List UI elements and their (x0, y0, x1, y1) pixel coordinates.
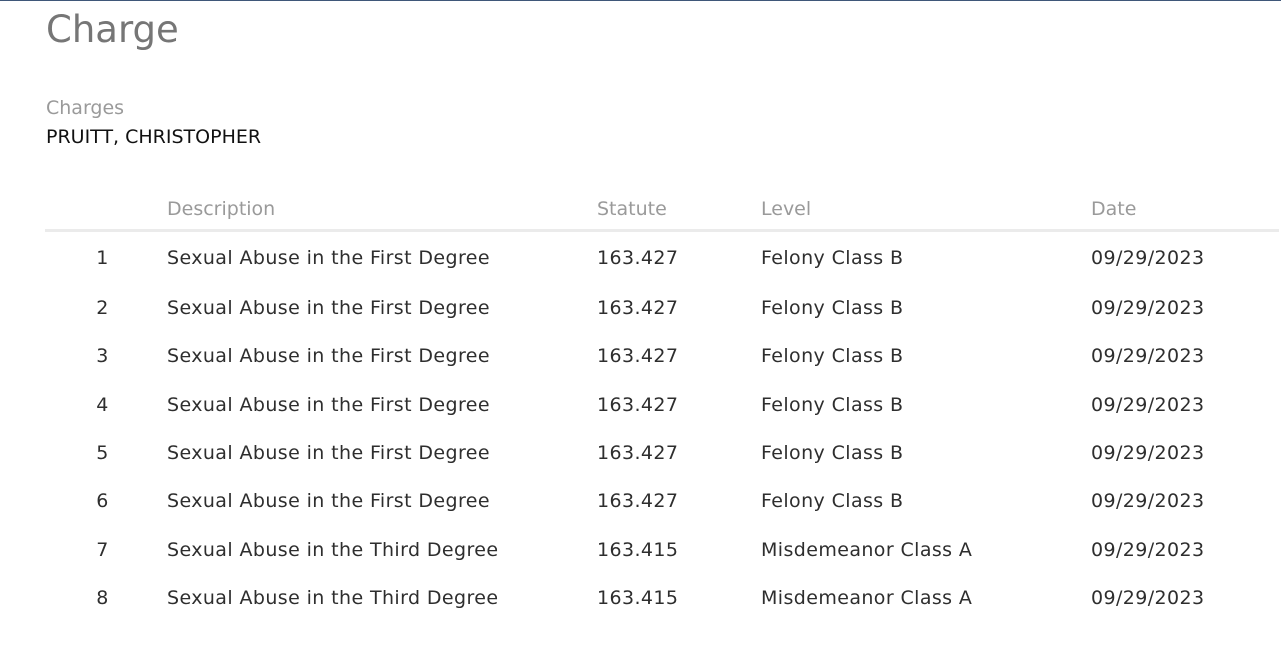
charge-number: 2 (96, 297, 109, 320)
charge-number: 8 (96, 586, 109, 609)
section-label: Charges (46, 97, 125, 119)
charge-number: 4 (96, 393, 109, 416)
charge-description: Sexual Abuse in the Third Degree (167, 538, 499, 561)
header-description: Description (167, 189, 597, 232)
charge-date: 09/29/2023 (1091, 538, 1205, 561)
charge-level: Felony Class B (761, 490, 904, 513)
table-row: 1 Sexual Abuse in the First Degree 163.4… (45, 231, 1279, 285)
charge-statute: 163.415 (597, 538, 679, 561)
charge-statute: 163.427 (597, 297, 679, 320)
charge-date: 09/29/2023 (1091, 393, 1205, 416)
charge-date: 09/29/2023 (1091, 490, 1205, 513)
charge-description: Sexual Abuse in the First Degree (167, 345, 490, 368)
header-date: Date (1091, 189, 1279, 232)
header-statute: Statute (597, 189, 761, 232)
defendant-name: PRUITT, CHRISTOPHER (46, 126, 262, 148)
charge-description: Sexual Abuse in the Third Degree (167, 586, 499, 609)
charge-page: Charge Charges PRUITT, CHRISTOPHER Descr… (0, 0, 1281, 650)
charge-number: 3 (96, 345, 109, 368)
charge-description: Sexual Abuse in the First Degree (167, 442, 490, 465)
charges-table-body: 1 Sexual Abuse in the First Degree 163.4… (45, 231, 1279, 623)
header-number (45, 189, 167, 232)
table-row: 2 Sexual Abuse in the First Degree 163.4… (45, 284, 1279, 332)
charge-level: Misdemeanor Class A (761, 586, 973, 609)
charges-table: Description Statute Level Date 1 Sexual … (45, 189, 1279, 622)
table-row: 5 Sexual Abuse in the First Degree 163.4… (45, 429, 1279, 477)
table-row: 8 Sexual Abuse in the Third Degree 163.4… (45, 574, 1279, 622)
table-row: 6 Sexual Abuse in the First Degree 163.4… (45, 477, 1279, 525)
charge-date: 09/29/2023 (1091, 247, 1205, 269)
header-row: Description Statute Level Date (45, 189, 1279, 232)
charge-statute: 163.427 (597, 345, 679, 368)
charge-statute: 163.427 (597, 490, 679, 513)
charge-number: 7 (96, 538, 109, 561)
charge-date: 09/29/2023 (1091, 345, 1205, 368)
charge-statute: 163.427 (597, 247, 679, 269)
header-level: Level (761, 189, 1091, 232)
table-row: 3 Sexual Abuse in the First Degree 163.4… (45, 332, 1279, 380)
charge-date: 09/29/2023 (1091, 297, 1205, 320)
charge-number: 6 (96, 490, 109, 513)
charge-description: Sexual Abuse in the First Degree (167, 297, 490, 320)
charge-description: Sexual Abuse in the First Degree (167, 393, 490, 416)
charges-table-header: Description Statute Level Date (45, 189, 1279, 232)
charge-level: Misdemeanor Class A (761, 538, 973, 561)
charge-level: Felony Class B (761, 297, 904, 320)
table-row: 4 Sexual Abuse in the First Degree 163.4… (45, 381, 1279, 429)
charge-description: Sexual Abuse in the First Degree (167, 247, 490, 269)
charge-date: 09/29/2023 (1091, 442, 1205, 465)
page-title: Charge (46, 8, 179, 51)
charge-date: 09/29/2023 (1091, 586, 1205, 609)
charge-statute: 163.427 (597, 442, 679, 465)
charge-level: Felony Class B (761, 442, 904, 465)
charge-number: 1 (96, 247, 109, 269)
charge-statute: 163.415 (597, 586, 679, 609)
charge-number: 5 (96, 442, 109, 465)
charge-statute: 163.427 (597, 393, 679, 416)
charge-level: Felony Class B (761, 345, 904, 368)
table-row: 7 Sexual Abuse in the Third Degree 163.4… (45, 525, 1279, 573)
charge-level: Felony Class B (761, 393, 904, 416)
charge-level: Felony Class B (761, 247, 904, 269)
charge-description: Sexual Abuse in the First Degree (167, 490, 490, 513)
